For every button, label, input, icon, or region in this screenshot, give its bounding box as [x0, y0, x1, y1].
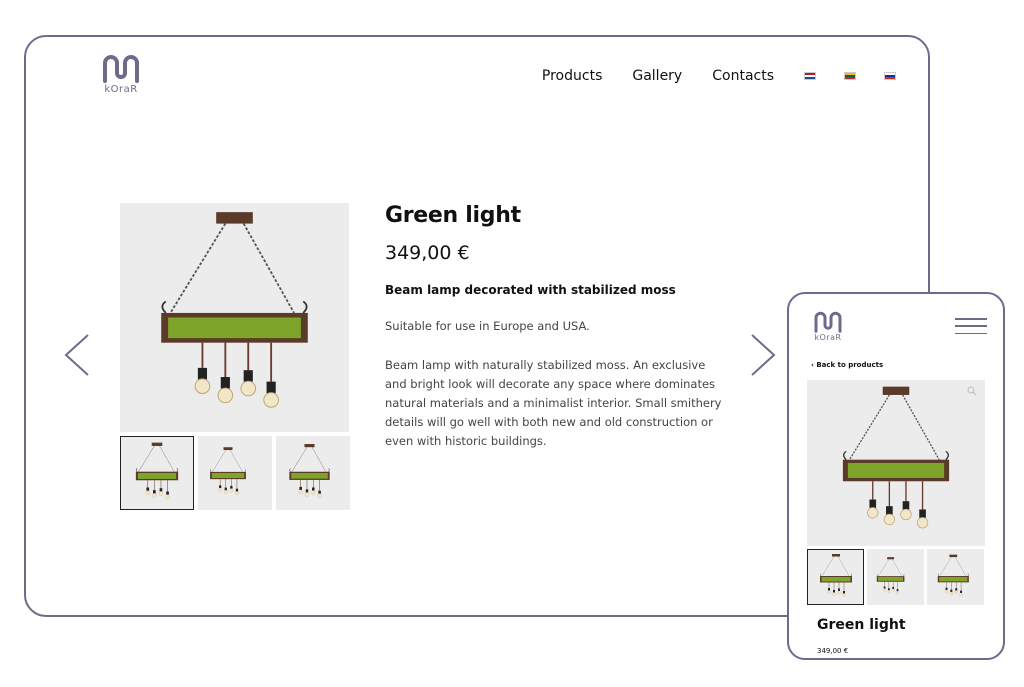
lamp-image	[807, 380, 985, 546]
mobile-thumbnail-1[interactable]	[807, 549, 864, 605]
thumbnail-2[interactable]	[198, 436, 272, 510]
lamp-thumb-image	[124, 440, 190, 506]
nav-link-products[interactable]: Products	[542, 68, 602, 84]
netherlands-flag-icon[interactable]	[804, 72, 816, 80]
product-info: Green light 349,00 € Beam lamp decorated…	[385, 203, 725, 451]
mobile-product-price: 349,00 €	[817, 647, 849, 655]
mobile-thumbnail-2[interactable]	[867, 549, 924, 605]
lamp-image	[120, 203, 349, 432]
thumbnail-strip	[120, 436, 350, 510]
chevron-right-icon[interactable]	[748, 333, 778, 377]
lamp-thumb-image	[869, 550, 923, 604]
product-description-1: Suitable for use in Europe and USA.	[385, 319, 590, 333]
lithuania-flag-icon[interactable]	[844, 72, 856, 80]
back-to-products-link[interactable]: ‹ Back to products	[811, 361, 883, 369]
product-price: 349,00 €	[385, 242, 470, 264]
mobile-brand-name: kOraR	[814, 333, 842, 342]
zoom-icon[interactable]	[967, 386, 977, 396]
brand-logo-mark-icon	[101, 53, 141, 83]
main-nav: Products Gallery Contacts	[542, 68, 896, 84]
product-title: Green light	[385, 203, 521, 228]
thumbnail-1[interactable]	[120, 436, 194, 510]
product-main-image[interactable]	[120, 203, 349, 432]
russia-flag-icon[interactable]	[884, 72, 896, 80]
product-description-2: Beam lamp with naturally stabilized moss…	[385, 358, 722, 448]
mobile-product-title: Green light	[817, 617, 906, 633]
mobile-frame: kOraR ‹ Back to products Green light 349…	[787, 292, 1005, 660]
mobile-thumbnail-3[interactable]	[927, 549, 984, 605]
lamp-thumb-image	[929, 550, 983, 604]
lamp-thumb-image	[200, 438, 270, 508]
product-subtitle: Beam lamp decorated with stabilized moss	[385, 283, 676, 297]
chevron-left-icon[interactable]	[62, 333, 92, 377]
brand-name: kOraR	[104, 84, 138, 95]
lamp-thumb-image	[278, 438, 348, 508]
thumbnail-3[interactable]	[276, 436, 350, 510]
brand-logo[interactable]: kOraR	[98, 53, 144, 95]
nav-link-gallery[interactable]: Gallery	[632, 68, 682, 84]
mobile-product-main-image[interactable]	[807, 380, 985, 546]
hamburger-menu-icon[interactable]	[955, 318, 987, 334]
brand-logo-mark-icon	[813, 310, 843, 333]
mobile-brand-logo[interactable]: kOraR	[811, 310, 845, 342]
mobile-thumbnail-strip	[807, 549, 984, 605]
nav-link-contacts[interactable]: Contacts	[712, 68, 774, 84]
lamp-thumb-image	[811, 552, 861, 602]
